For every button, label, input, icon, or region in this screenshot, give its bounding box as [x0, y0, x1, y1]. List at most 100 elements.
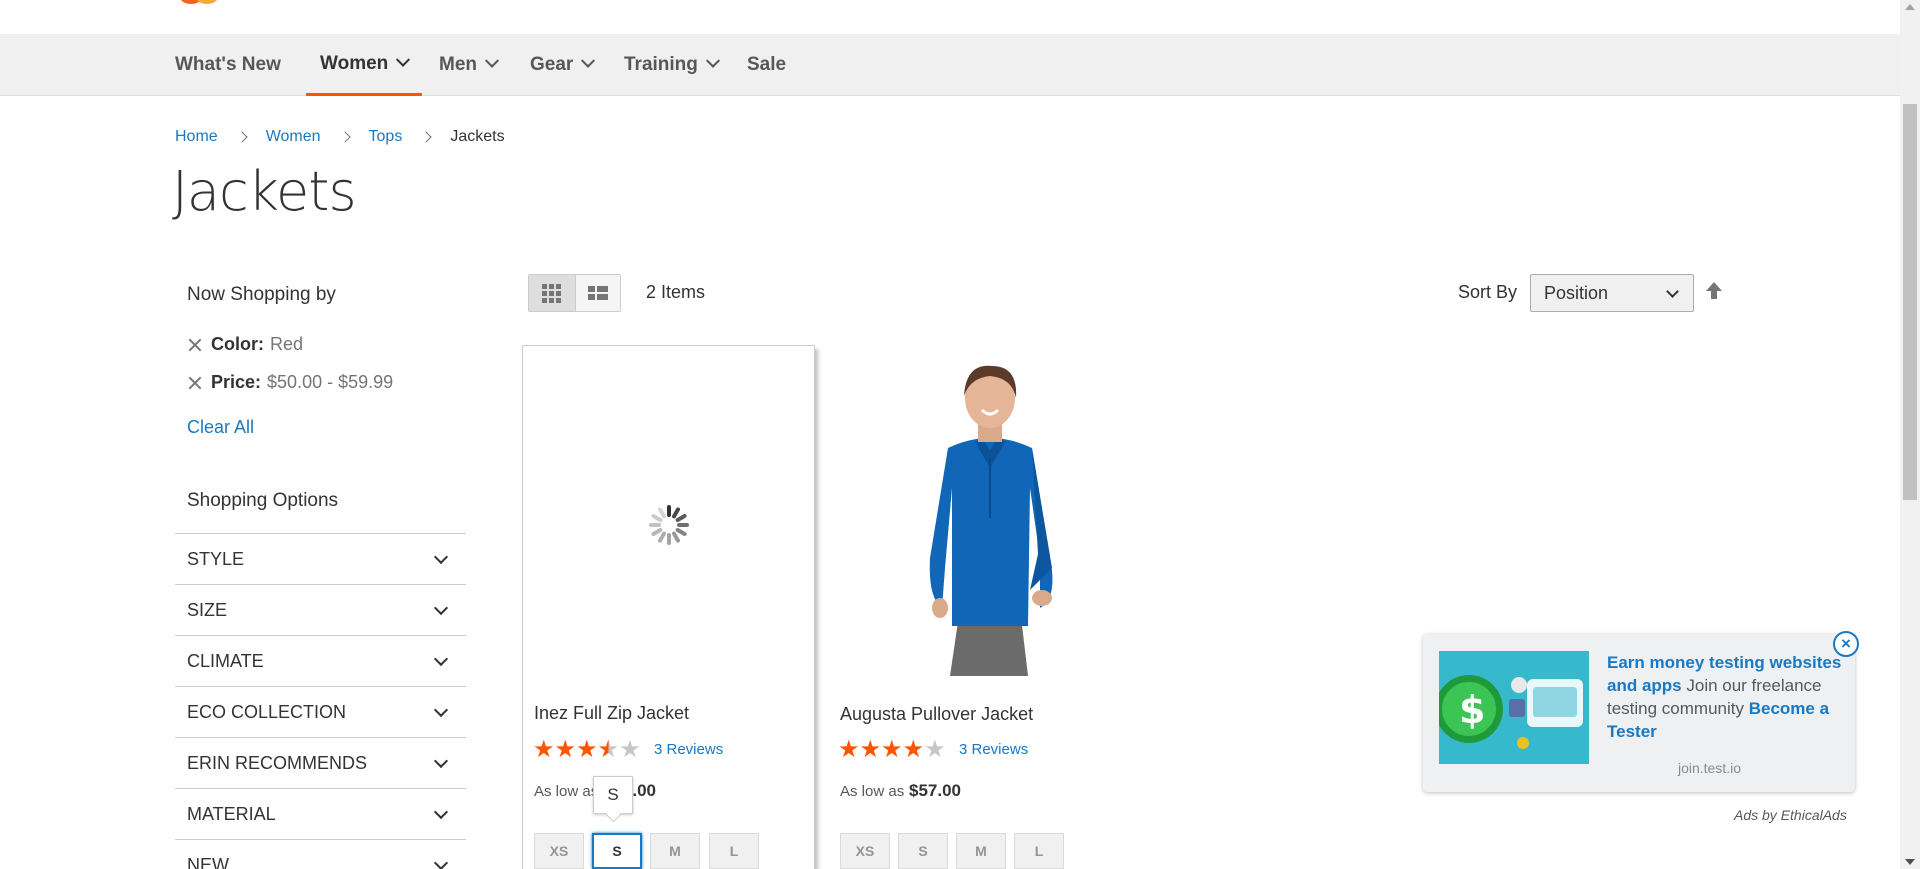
- chevron-right-icon: [338, 131, 351, 143]
- size-swatch-l[interactable]: L: [709, 833, 759, 869]
- filter-option-climate[interactable]: CLIMATE: [175, 635, 466, 686]
- as-low-as-label: As low as: [534, 783, 599, 800]
- reviews-link[interactable]: 3 Reviews: [654, 741, 723, 758]
- filter-option-eco-collection[interactable]: ECO COLLECTION: [175, 686, 466, 737]
- remove-filter-icon[interactable]: [187, 337, 203, 353]
- size-swatch-l[interactable]: L: [1014, 833, 1064, 869]
- star-icon: ★: [902, 735, 925, 763]
- chevron-down-icon: [484, 53, 500, 68]
- header-bar: [0, 0, 1900, 34]
- swatch-tooltip: S: [593, 776, 633, 814]
- filter-label: Color:: [211, 334, 264, 354]
- sort-value: Position: [1544, 282, 1609, 303]
- filter-option-material[interactable]: MATERIAL: [175, 788, 466, 839]
- grid-icon: [542, 283, 562, 303]
- chevron-down-icon: [433, 600, 449, 616]
- star-icon: ★: [533, 735, 555, 763]
- ad-domain: join.test.io: [1677, 760, 1741, 776]
- filter-option-new[interactable]: NEW: [175, 839, 466, 869]
- option-label: MATERIAL: [187, 803, 276, 824]
- page-title: Jackets: [172, 160, 357, 223]
- active-filter-color: Color: Red: [187, 334, 303, 355]
- size-swatch-s[interactable]: S: [592, 833, 642, 869]
- star-icon: ★: [838, 735, 860, 763]
- list-view-button[interactable]: [574, 275, 620, 311]
- star-icon: ★: [619, 735, 641, 763]
- chevron-down-icon: [433, 753, 449, 769]
- option-label: ERIN RECOMMENDS: [187, 752, 368, 773]
- star-icon: ★: [924, 735, 946, 763]
- ad-banner[interactable]: $ Earn money testing websites and apps J…: [1423, 634, 1855, 792]
- now-shopping-by-title: Now Shopping by: [187, 284, 336, 305]
- scroll-down-arrow-icon[interactable]: [1905, 859, 1915, 865]
- filter-option-style[interactable]: STYLE: [175, 533, 466, 584]
- sort-direction-arrow-up-icon[interactable]: [1706, 282, 1722, 302]
- sort-by-label: Sort By: [1458, 282, 1518, 302]
- ad-close-button[interactable]: ×: [1833, 631, 1859, 657]
- nav-women[interactable]: Women: [306, 34, 423, 96]
- chevron-down-icon: [705, 53, 720, 68]
- size-swatch-s[interactable]: S: [898, 833, 948, 869]
- breadcrumb-women[interactable]: Women: [266, 128, 321, 146]
- remove-filter-icon[interactable]: [187, 375, 203, 391]
- chevron-down-icon: [433, 855, 449, 869]
- nav-gear[interactable]: Gear: [530, 34, 596, 96]
- size-swatch-xs[interactable]: XS: [840, 833, 890, 869]
- logo-icon-part[interactable]: [196, 0, 218, 4]
- list-icon: [587, 286, 608, 300]
- option-label: STYLE: [187, 548, 245, 569]
- filter-label: Price:: [211, 372, 262, 392]
- size-swatch-xs[interactable]: XS: [534, 833, 584, 869]
- active-filter-price: Price: $50.00 - $59.99: [187, 372, 393, 393]
- option-label: ECO COLLECTION: [187, 701, 347, 722]
- scrollbar[interactable]: [1900, 0, 1920, 869]
- nav-whats-new[interactable]: What's New: [175, 34, 281, 96]
- size-swatch-m[interactable]: M: [650, 833, 700, 869]
- breadcrumb: Home Women Tops Jackets: [175, 128, 505, 146]
- sort-select[interactable]: Position: [1530, 274, 1694, 312]
- option-label: SIZE: [187, 599, 228, 620]
- grid-view-button[interactable]: [529, 275, 575, 311]
- svg-text:$: $: [1459, 688, 1485, 732]
- option-label: NEW: [187, 854, 229, 869]
- ad-credit[interactable]: Ads by EthicalAds: [1734, 807, 1847, 823]
- star-half-icon: ★: [597, 735, 620, 763]
- breadcrumb-tops[interactable]: Tops: [369, 128, 403, 146]
- chevron-down-icon: [433, 702, 449, 718]
- breadcrumb-home[interactable]: Home: [175, 128, 218, 146]
- filter-option-erin-recommends[interactable]: ERIN RECOMMENDS: [175, 737, 466, 788]
- size-swatch-m[interactable]: M: [956, 833, 1006, 869]
- nav-training[interactable]: Training: [624, 34, 720, 96]
- shopping-options-title: Shopping Options: [187, 490, 339, 511]
- star-icon: ★: [576, 735, 598, 763]
- chevron-right-icon: [420, 131, 432, 143]
- chevron-down-icon: [581, 53, 596, 68]
- product-name[interactable]: Inez Full Zip Jacket: [534, 703, 689, 724]
- nav-sale[interactable]: Sale: [747, 34, 786, 96]
- chevron-down-icon: [433, 651, 449, 667]
- scroll-up-arrow-icon[interactable]: [1905, 4, 1915, 10]
- star-icon: ★: [881, 735, 903, 763]
- view-mode-switcher: [528, 274, 621, 312]
- reviews-link[interactable]: 3 Reviews: [959, 741, 1028, 758]
- as-low-as-label: As low as: [840, 783, 905, 800]
- product-name[interactable]: Augusta Pullover Jacket: [840, 704, 1033, 725]
- loading-spinner-icon: [649, 505, 689, 545]
- rating-stars: ★ ★ ★ ★ ★: [838, 737, 946, 761]
- ad-image: $: [1439, 651, 1589, 764]
- chevron-down-icon: [1666, 285, 1679, 298]
- rating-stars: ★ ★ ★ ★ ★: [533, 737, 641, 761]
- items-count: 2 Items: [646, 282, 706, 302]
- breadcrumb-current: Jackets: [450, 128, 505, 145]
- filter-value: Red: [270, 334, 304, 354]
- nav-men[interactable]: Men: [439, 34, 500, 96]
- star-icon: ★: [859, 735, 882, 763]
- clear-all-link[interactable]: Clear All: [187, 417, 254, 438]
- filter-value: $50.00 - $59.99: [267, 372, 394, 392]
- product-price: $57.00: [909, 781, 961, 800]
- option-label: CLIMATE: [187, 650, 264, 671]
- product-image[interactable]: [890, 358, 1090, 693]
- star-icon: ★: [554, 735, 577, 763]
- filter-option-size[interactable]: SIZE: [175, 584, 466, 635]
- scrollbar-thumb[interactable]: [1903, 104, 1917, 500]
